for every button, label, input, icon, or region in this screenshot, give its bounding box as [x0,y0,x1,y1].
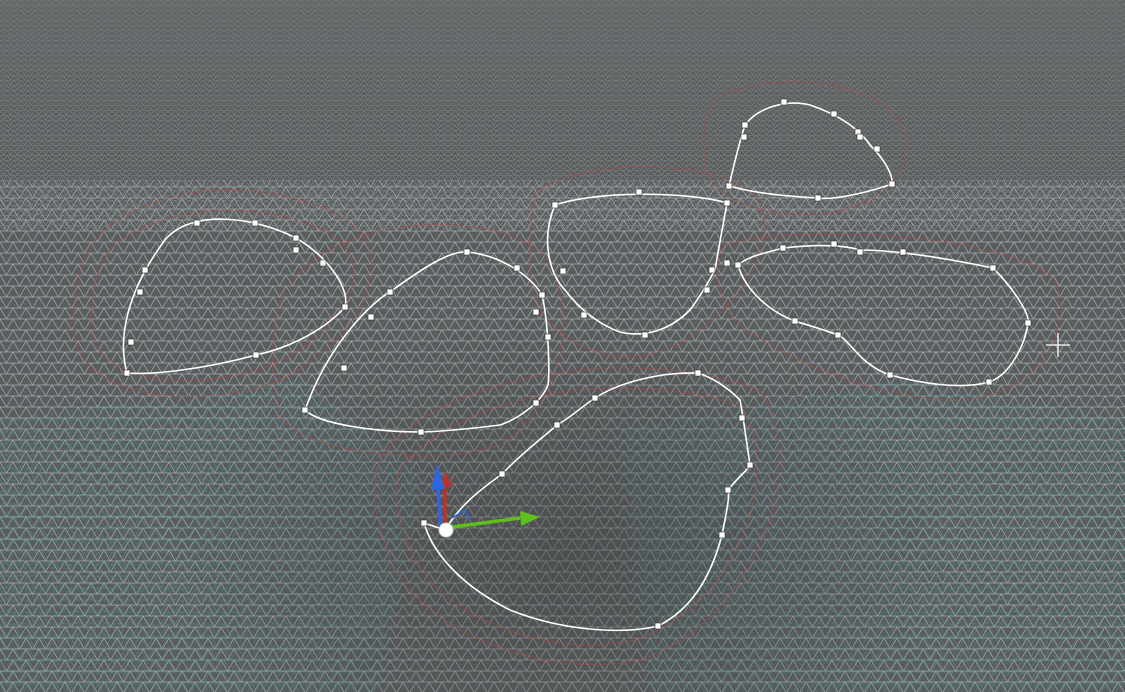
control-point[interactable] [386,288,394,296]
control-point[interactable] [367,313,375,321]
control-point[interactable] [417,428,425,436]
control-point[interactable] [734,261,742,269]
3d-viewport[interactable] [0,0,1125,692]
control-point[interactable] [724,486,732,494]
control-point[interactable] [856,248,864,256]
control-point[interactable] [1024,319,1032,327]
control-point[interactable] [136,288,144,296]
control-point[interactable] [252,351,260,359]
control-point[interactable] [141,266,149,274]
control-point[interactable] [654,622,662,630]
control-point[interactable] [538,291,546,299]
control-point[interactable] [746,461,754,469]
control-point[interactable] [780,98,788,106]
control-point[interactable] [694,369,702,377]
control-point[interactable] [791,317,799,325]
control-point[interactable] [741,121,749,129]
control-point[interactable] [989,264,997,272]
control-point[interactable] [886,371,894,379]
control-point[interactable] [301,406,309,414]
control-point[interactable] [559,267,567,275]
control-point[interactable] [319,259,327,267]
control-point[interactable] [635,188,643,196]
control-point[interactable] [532,399,540,407]
control-point[interactable] [127,338,135,346]
control-point[interactable] [498,470,506,478]
control-point[interactable] [591,394,599,402]
control-point[interactable] [463,248,471,256]
control-point[interactable] [580,311,588,319]
control-point[interactable] [830,110,838,118]
control-point[interactable] [738,414,746,422]
control-point[interactable] [779,244,787,252]
control-point[interactable] [553,421,561,429]
control-point[interactable] [292,246,300,254]
control-point[interactable] [708,266,716,274]
control-point[interactable] [725,182,733,190]
control-point[interactable] [873,145,881,153]
control-point[interactable] [123,369,131,377]
control-point[interactable] [193,219,201,227]
control-point[interactable] [888,180,896,188]
control-point[interactable] [740,133,748,141]
control-point[interactable] [420,519,428,527]
gizmo-pivot[interactable] [438,522,454,538]
control-point[interactable] [532,308,540,316]
control-point[interactable] [340,364,348,372]
viewport-canvas[interactable] [0,0,1125,692]
control-point[interactable] [899,248,907,256]
control-point[interactable] [513,264,521,272]
control-point[interactable] [292,234,300,242]
control-point[interactable] [856,133,864,141]
control-point[interactable] [251,219,259,227]
shadow-area [0,0,1125,692]
control-point[interactable] [723,259,731,267]
control-point[interactable] [718,531,726,539]
control-point[interactable] [985,378,993,386]
control-point[interactable] [544,333,552,341]
control-point[interactable] [723,199,731,207]
control-point[interactable] [641,331,649,339]
control-point[interactable] [834,331,842,339]
control-point[interactable] [703,286,711,294]
control-point[interactable] [830,240,838,248]
control-point[interactable] [814,194,822,202]
control-point[interactable] [341,303,349,311]
control-point[interactable] [551,201,559,209]
